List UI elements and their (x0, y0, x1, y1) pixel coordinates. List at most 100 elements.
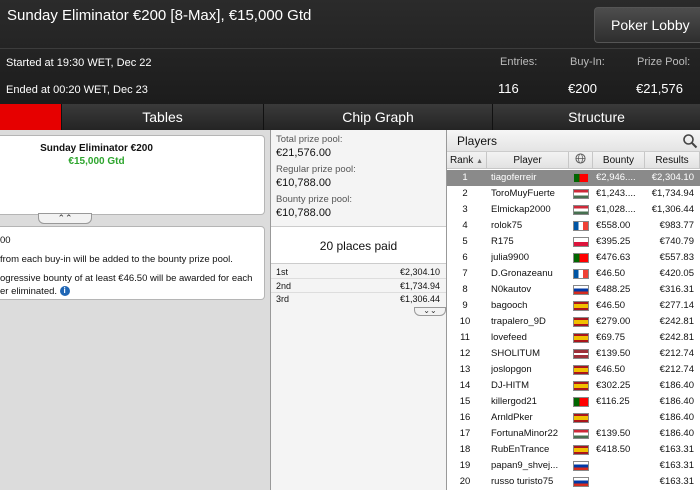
spain-flag-icon (573, 413, 589, 423)
player-row[interactable]: 13 joslopgon €46.50 €212.74 (447, 362, 700, 378)
desc-line-2: from each buy-in will be added to the bo… (0, 254, 233, 265)
player-name: rolok75 (491, 220, 523, 231)
player-result: €316.31 (659, 284, 694, 295)
hungary-flag-icon (573, 205, 589, 215)
player-row[interactable]: 18 RubEnTrance €418.50 €163.31 (447, 442, 700, 458)
spain-flag-icon (573, 317, 589, 327)
player-name: julia9900 (491, 252, 530, 263)
col-bounty[interactable]: Bounty (593, 152, 645, 169)
players-panel: Players Rank ▲ Player Bounty Results 1 ti… (447, 130, 700, 490)
col-results[interactable]: Results (645, 152, 700, 169)
player-name: SHOLITUM (491, 348, 541, 359)
player-rank: 3 (462, 204, 468, 215)
player-row[interactable]: 17 FortunaMinor22 €139.50 €186.40 (447, 426, 700, 442)
total-prize-label: Total prize pool: (276, 134, 343, 145)
tab-bar: Tables Chip Graph Structure (0, 104, 700, 130)
player-bounty: €418.50 (596, 444, 631, 455)
player-row[interactable]: 12 SHOLITUM €139.50 €212.74 (447, 346, 700, 362)
player-row[interactable]: 20 russo turisto75 €163.31 (447, 474, 700, 490)
tournament-title: Sunday Eliminator €200 [8-Max], €15,000 … (7, 7, 312, 24)
info-icon[interactable]: i (59, 286, 70, 297)
player-bounty: €302.25 (596, 380, 631, 391)
player-row[interactable]: 4 rolok75 €558.00 €983.77 (447, 218, 700, 234)
tab-structure[interactable]: Structure (492, 104, 700, 130)
bounty-prize-value: €10,788.00 (276, 207, 332, 219)
col-rank[interactable]: Rank ▲ (447, 152, 487, 169)
player-row[interactable]: 1 tiagoferreir €2,946.... €2,304.10 (447, 170, 700, 186)
player-bounty: €279.00 (596, 316, 631, 327)
expand-payouts-button[interactable]: ⌄⌄ (414, 307, 446, 316)
hungary-flag-icon (573, 429, 589, 439)
player-result: €163.31 (659, 476, 694, 487)
player-row[interactable]: 3 Elmickap2000 €1,028.... €1,306.44 (447, 202, 700, 218)
players-title-text: Players (457, 134, 498, 148)
player-name: papan9_shvej... (491, 460, 559, 471)
player-row[interactable]: 11 lovefeed €69.75 €242.81 (447, 330, 700, 346)
player-result: €212.74 (659, 348, 694, 359)
player-name: R175 (491, 236, 514, 247)
player-rank: 16 (459, 412, 471, 423)
col-player[interactable]: Player (487, 152, 569, 169)
places-paid: 20 places paid (271, 226, 446, 264)
tab-tables[interactable]: Tables (61, 104, 263, 130)
player-rank: 9 (462, 300, 468, 311)
russia-flag-icon (573, 477, 589, 487)
player-bounty: €46.50 (596, 268, 626, 279)
russia-flag-icon (573, 285, 589, 295)
player-result: €242.81 (659, 332, 694, 343)
portugal-flag-icon (573, 173, 589, 183)
player-result: €212.74 (659, 364, 694, 375)
player-rank: 8 (462, 284, 468, 295)
bounty-prize-label: Bounty prize pool: (276, 194, 353, 205)
card-guarantee: €15,000 Gtd (68, 156, 125, 167)
player-row[interactable]: 2 ToroMuyFuerte €1,243.... €1,734.94 (447, 186, 700, 202)
player-row[interactable]: 6 julia9900 €476.63 €557.83 (447, 250, 700, 266)
player-row[interactable]: 19 papan9_shvej... €163.31 (447, 458, 700, 474)
player-bounty: €558.00 (596, 220, 631, 231)
player-bounty: €46.50 (596, 300, 626, 311)
player-result: €557.83 (659, 252, 694, 263)
entries-label: Entries: (500, 56, 538, 68)
total-prize-value: €21,576.00 (276, 147, 332, 159)
payout-place: 2nd (276, 281, 292, 291)
player-row[interactable]: 7 D.Gronazeanu €46.50 €420.05 (447, 266, 700, 282)
player-row[interactable]: 5 R175 €395.25 €740.79 (447, 234, 700, 250)
france-flag-icon (573, 269, 589, 279)
poker-lobby-button[interactable]: Poker Lobby (594, 7, 700, 43)
player-name: DJ-HITM (491, 380, 529, 391)
player-bounty: €1,243.... (596, 188, 636, 199)
prize-pool-panel: Total prize pool: €21,576.00 Regular pri… (270, 130, 447, 490)
payout-row: 2nd €1,734.94 (271, 280, 446, 293)
prizepool-value: €21,576 (636, 81, 683, 96)
player-rank: 19 (459, 460, 471, 471)
spain-flag-icon (573, 381, 589, 391)
col-country[interactable] (569, 152, 593, 169)
tab-chip-graph[interactable]: Chip Graph (263, 104, 492, 130)
player-rank: 7 (462, 268, 468, 279)
collapse-card-button[interactable]: ⌃⌃ (38, 213, 92, 224)
tournament-card: Sunday Eliminator €200 €15,000 Gtd ⌃⌃ (0, 135, 265, 224)
start-time: Started at 19:30 WET, Dec 22 (6, 57, 152, 69)
tournament-window: { "header": { "title": "Sunday Eliminato… (0, 0, 700, 490)
card-tournament-name: Sunday Eliminator €200 (40, 143, 153, 154)
player-result: €2,304.10 (651, 172, 694, 183)
player-name: lovefeed (491, 332, 527, 343)
player-result: €983.77 (659, 220, 694, 231)
search-icon[interactable] (682, 133, 698, 149)
payout-amount: €1,734.94 (399, 281, 440, 291)
desc-line-4: er eliminated. (0, 286, 58, 297)
spain-flag-icon (573, 445, 589, 455)
buyin-value: €200 (568, 81, 597, 96)
player-row[interactable]: 16 ArnldPker €186.40 (447, 410, 700, 426)
desc-line-4-wrap: er eliminated. i (0, 285, 264, 298)
player-row[interactable]: 14 DJ-HITM €302.25 €186.40 (447, 378, 700, 394)
desc-line-1: 00 (0, 235, 11, 246)
player-bounty: €488.25 (596, 284, 631, 295)
poland-flag-icon (573, 237, 589, 247)
player-row[interactable]: 10 trapalero_9D €279.00 €242.81 (447, 314, 700, 330)
player-row[interactable]: 9 bagooch €46.50 €277.14 (447, 298, 700, 314)
payout-amount: €2,304.10 (399, 267, 440, 277)
player-row[interactable]: 15 killergod21 €116.25 €186.40 (447, 394, 700, 410)
tab-info[interactable] (0, 104, 61, 130)
player-row[interactable]: 8 N0kautov €488.25 €316.31 (447, 282, 700, 298)
